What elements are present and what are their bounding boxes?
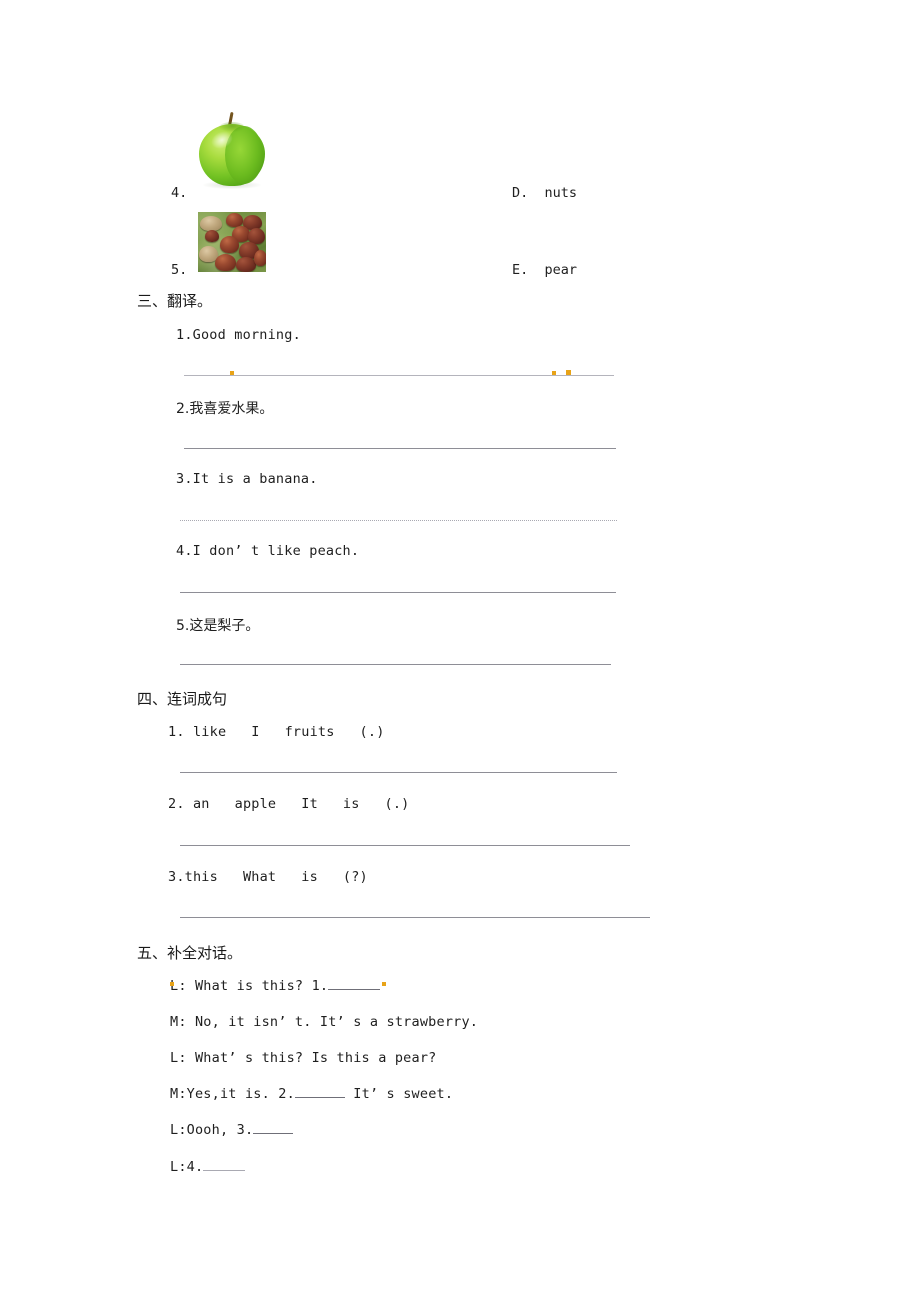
translate-answer-line-3[interactable] — [180, 520, 617, 521]
scan-artifact-mark — [552, 371, 556, 375]
dialogue-line-5: L:Oooh, 3. — [170, 1122, 294, 1138]
section-five-heading: 五、补全对话。 — [137, 944, 243, 962]
dialogue-line-6-text: L:4. — [170, 1159, 204, 1175]
translate-item-3: 3.It is a banana. — [176, 471, 318, 487]
match-item-number-5: 5. — [171, 262, 188, 278]
section-four-heading: 四、连词成句 — [137, 690, 228, 708]
dialogue-line-5-text: L:Oooh, 3. — [170, 1122, 254, 1138]
dialogue-blank-3[interactable] — [253, 1133, 294, 1134]
translate-answer-line-5[interactable] — [180, 664, 611, 665]
worksheet-page: 4. D. nuts 5. E. pear 三、翻译。 1.Good morni… — [0, 0, 920, 1302]
scan-artifact-mark — [230, 371, 234, 375]
translate-answer-line-1[interactable] — [184, 375, 614, 376]
dialogue-line-4-text: M:Yes,it is. 2. — [170, 1086, 295, 1102]
translate-answer-line-2[interactable] — [184, 448, 616, 449]
match-item-number-4: 4. — [171, 185, 188, 201]
rearrange-item-1: 1. like I fruits (.) — [168, 724, 385, 740]
translate-item-1: 1.Good morning. — [176, 327, 301, 343]
rearrange-answer-line-3[interactable] — [180, 917, 650, 918]
match-option-e: E. pear — [512, 262, 578, 278]
rearrange-answer-line-2[interactable] — [180, 845, 630, 846]
rearrange-item-2: 2. an apple It is (.) — [168, 796, 410, 812]
dialogue-line-4: M:Yes,it is. 2. It’ s sweet. — [170, 1086, 453, 1102]
translate-item-5: 5.这是梨子。 — [176, 618, 260, 634]
dialogue-line-1: L: What is this? 1. — [170, 978, 381, 994]
scan-artifact-mark — [170, 982, 174, 986]
section-three-heading: 三、翻译。 — [137, 292, 213, 310]
rearrange-answer-line-1[interactable] — [180, 772, 617, 773]
match-option-d: D. nuts — [512, 185, 578, 201]
green-apple-image — [193, 110, 271, 192]
scan-artifact-mark — [566, 370, 571, 375]
translate-answer-line-4[interactable] — [180, 592, 616, 593]
dialogue-line-3: L: What’ s this? Is this a pear? — [170, 1050, 437, 1066]
dialogue-blank-4[interactable] — [203, 1170, 246, 1171]
rearrange-item-3: 3.this What is (?) — [168, 869, 368, 885]
scan-artifact-mark — [382, 982, 386, 986]
chestnuts-image — [198, 212, 266, 272]
dialogue-line-2: M: No, it isn’ t. It’ s a strawberry. — [170, 1014, 479, 1030]
dialogue-line-4-suffix: It’ s sweet. — [344, 1086, 454, 1102]
dialogue-blank-1[interactable] — [328, 989, 381, 990]
translate-item-2: 2.我喜爱水果。 — [176, 401, 274, 417]
translate-item-4: 4.I don’ t like peach. — [176, 543, 360, 559]
dialogue-line-1-text: L: What is this? 1. — [170, 978, 329, 994]
dialogue-blank-2[interactable] — [294, 1097, 345, 1098]
dialogue-line-6: L:4. — [170, 1159, 246, 1175]
